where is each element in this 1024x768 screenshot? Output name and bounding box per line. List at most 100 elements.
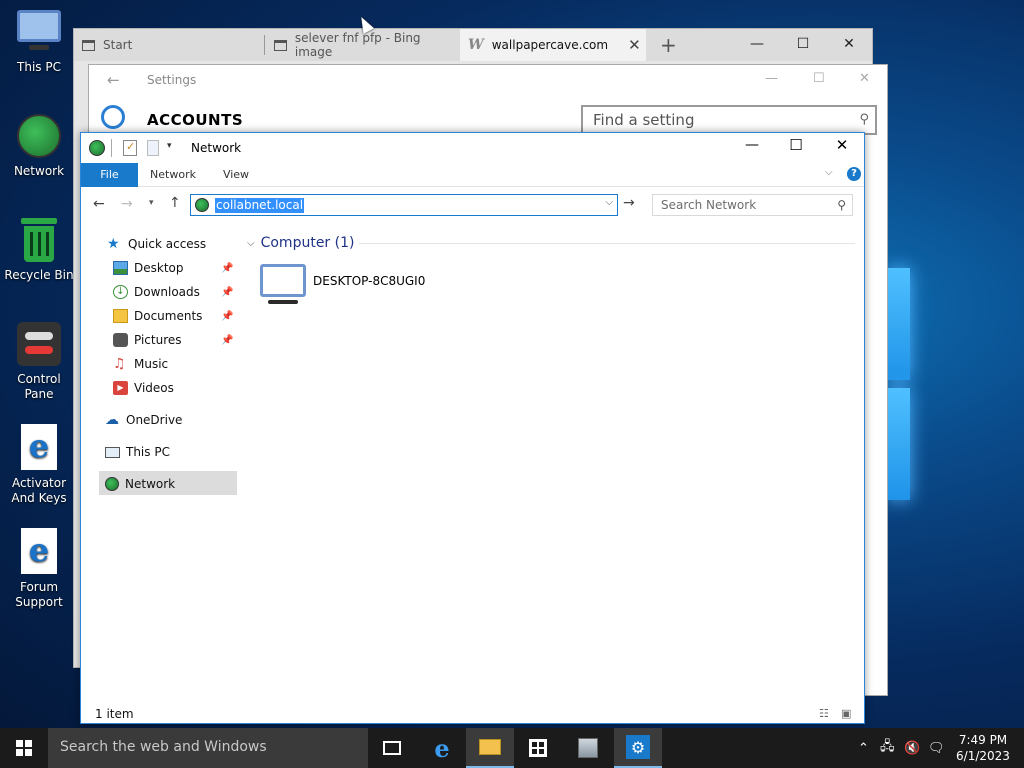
new-tab-button[interactable]: +	[660, 29, 680, 61]
taskbar-app-button[interactable]	[564, 728, 612, 768]
nav-item-onedrive[interactable]: ☁ OneDrive	[105, 409, 182, 431]
tab-bing-image[interactable]: selever fnf pfp - Bing image	[274, 29, 460, 61]
nav-label: OneDrive	[126, 413, 183, 427]
task-view-icon	[383, 741, 401, 755]
start-button[interactable]	[0, 728, 48, 768]
browser-minimize-button[interactable]: —	[734, 29, 780, 59]
gear-icon: ⚙	[626, 735, 650, 759]
back-arrow-icon[interactable]: ←	[107, 71, 120, 89]
explorer-maximize-button[interactable]: ☐	[781, 136, 811, 154]
details-view-icon[interactable]: ☷	[819, 707, 829, 720]
downloads-arrow-icon: ↓	[113, 285, 128, 299]
taskbar-settings-button[interactable]: ⚙	[614, 728, 662, 768]
address-input[interactable]: collabnet.local ⌵	[190, 194, 618, 216]
nav-item-network[interactable]: Network	[105, 473, 175, 495]
nav-item-pictures[interactable]: Pictures 📌	[113, 329, 233, 351]
up-arrow-icon[interactable]: ↑	[169, 195, 181, 211]
browser-maximize-button[interactable]: ☐	[780, 29, 826, 59]
nav-label: Desktop	[134, 261, 184, 275]
properties-icon[interactable]: ✓	[123, 140, 137, 156]
tab-label: wallpapercave.com	[491, 38, 609, 52]
nav-label: Quick access	[128, 237, 207, 251]
taskbar-search-placeholder: Search the web and Windows	[60, 739, 267, 755]
nav-item-music[interactable]: ♫ Music	[113, 353, 168, 375]
windows-logo-icon	[16, 740, 32, 756]
desktop-icon-recycle-bin[interactable]: Recycle Bin	[1, 216, 77, 283]
network-globe-icon	[195, 198, 209, 212]
nav-item-quick-access[interactable]: ★ Quick access	[107, 233, 206, 255]
tab-label: selever fnf pfp - Bing image	[294, 31, 421, 59]
desktop-icon-label: Recycle Bin	[4, 268, 74, 282]
pin-icon[interactable]: 📌	[221, 335, 233, 346]
pin-icon[interactable]: 📌	[221, 263, 233, 274]
nav-label: Network	[125, 477, 176, 491]
computer-icon	[259, 263, 307, 305]
desktop-icon-label: Control Pane	[17, 372, 61, 401]
find-setting-placeholder: Find a setting	[593, 111, 695, 129]
desktop-icon-control-panel[interactable]: Control Pane	[1, 320, 77, 402]
pin-icon[interactable]: 📌	[221, 311, 233, 322]
address-dropdown-chevron-down-icon[interactable]: ⌵	[605, 197, 613, 208]
clock-time: 7:49 PM	[958, 733, 1008, 747]
tab-page-icon	[82, 39, 95, 51]
tab-wallpapercave[interactable]: W wallpapercave.com ✕	[460, 29, 646, 61]
settings-minimize-button[interactable]: —	[765, 71, 778, 86]
desktop-icon-forum-support[interactable]: e Forum Support	[1, 528, 77, 610]
nav-item-downloads[interactable]: ↓ Downloads 📌	[113, 281, 233, 303]
taskbar-edge-button[interactable]: e	[418, 728, 466, 768]
expand-ribbon-icon[interactable]: ⌵	[825, 167, 833, 178]
ribbon-tab-file[interactable]: File	[81, 163, 138, 187]
status-bar: 1 item ☷ ▣	[81, 705, 864, 725]
task-view-button[interactable]	[368, 728, 416, 768]
ribbon-tab-view[interactable]: View	[211, 163, 261, 187]
nav-item-desktop[interactable]: Desktop 📌	[113, 257, 233, 279]
action-center-button[interactable]: 🗨	[928, 728, 945, 768]
nav-label: Pictures	[134, 333, 182, 347]
find-setting-input[interactable]: Find a setting ⚲	[581, 105, 877, 135]
go-arrow-icon[interactable]: →	[623, 195, 635, 211]
network-tray-button[interactable]: 🖧	[880, 728, 895, 768]
taskbar-store-button[interactable]	[514, 728, 562, 768]
music-note-icon: ♫	[113, 356, 126, 372]
settings-close-button[interactable]: ✕	[859, 71, 870, 86]
desktop-icon-this-pc[interactable]: This PC	[1, 8, 77, 75]
tab-start[interactable]: Start	[82, 29, 266, 61]
file-explorer-window[interactable]: ✓ ▾ Network — ☐ ✕ File Network View ⌵ ? …	[80, 132, 865, 724]
back-arrow-icon[interactable]: ←	[93, 196, 105, 212]
recent-locations-chevron-down-icon[interactable]: ▾	[149, 198, 154, 208]
nav-item-documents[interactable]: Documents 📌	[113, 305, 233, 327]
settings-maximize-button[interactable]: ☐	[813, 71, 825, 86]
nav-item-this-pc[interactable]: This PC	[105, 441, 170, 463]
taskbar-search-input[interactable]: Search the web and Windows	[48, 728, 368, 768]
pin-icon[interactable]: 📌	[221, 287, 233, 298]
group-header-label: Computer (1)	[260, 235, 355, 251]
ribbon-tab-network[interactable]: Network	[143, 163, 203, 187]
nav-label: Documents	[134, 309, 203, 323]
group-header-computer[interactable]: ⌵ Computer (1)	[247, 235, 354, 251]
desktop-icon-activator-and-keys[interactable]: e Activator And Keys	[1, 424, 77, 506]
quick-access-toolbar-dropdown-icon[interactable]: ▾	[167, 141, 172, 151]
taskbar-clock[interactable]: 7:49 PM 6/1/2023	[950, 732, 1016, 764]
store-bag-icon	[529, 739, 547, 757]
new-folder-icon[interactable]	[147, 140, 159, 156]
tab-label: Start	[103, 38, 133, 52]
browser-close-button[interactable]: ✕	[826, 29, 872, 59]
documents-icon	[113, 309, 128, 323]
explorer-minimize-button[interactable]: —	[737, 137, 767, 153]
desktop-icon-network[interactable]: Network	[1, 112, 77, 179]
nav-item-videos[interactable]: ▶ Videos	[113, 377, 174, 399]
tab-close-icon[interactable]: ✕	[628, 36, 641, 54]
help-icon[interactable]: ?	[847, 167, 861, 181]
large-icons-view-icon[interactable]: ▣	[841, 707, 851, 720]
explorer-close-button[interactable]: ✕	[827, 136, 857, 154]
folder-icon	[479, 739, 501, 755]
desktop-folder-icon	[113, 261, 128, 275]
volume-tray-button[interactable]: 🔇	[904, 728, 920, 768]
taskbar-file-explorer-button[interactable]	[466, 728, 514, 768]
search-input[interactable]: Search Network ⚲	[652, 194, 853, 216]
computer-icon	[105, 446, 120, 458]
forward-arrow-icon[interactable]: →	[121, 196, 133, 212]
computer-icon	[15, 8, 63, 56]
show-hidden-icons-button[interactable]: ⌃	[858, 728, 869, 768]
list-item[interactable]: DESKTOP-8C8UGI0	[259, 263, 439, 307]
